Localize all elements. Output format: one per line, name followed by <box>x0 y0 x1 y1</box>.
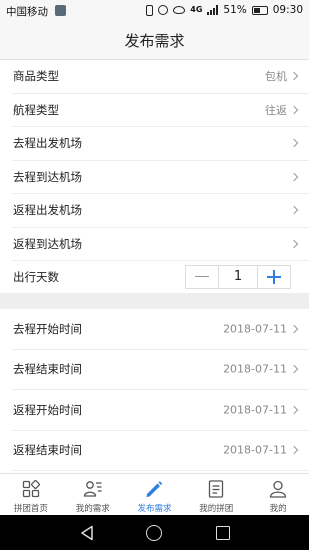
tab-my-requests[interactable]: 我的需求 <box>62 474 124 515</box>
person-icon <box>269 480 287 498</box>
field-return-end-time[interactable]: 返程结束时间 2018-07-11 <box>12 431 309 471</box>
bottom-tab-bar: 拼团首页 我的需求 发布需求 我的拼团 我的 <box>0 473 309 515</box>
home-icon[interactable] <box>146 525 162 541</box>
chevron-right-icon <box>289 446 299 455</box>
route-section: 商品类型 包机 航程类型 往返 去程出发机场 去程到达机场 返程出发机场 返程到… <box>0 60 309 293</box>
clock: 09:30 <box>272 4 303 16</box>
field-label: 航程类型 <box>13 102 59 117</box>
chevron-right-icon <box>289 72 299 81</box>
chevron-right-icon <box>289 139 299 148</box>
field-return-arrival-airport[interactable]: 返程到达机场 <box>12 228 309 261</box>
signal-icon <box>207 5 219 15</box>
sim-icon <box>55 5 66 16</box>
eye-icon <box>173 6 186 14</box>
battery-percent: 51% <box>223 4 247 16</box>
chevron-right-icon <box>289 405 299 414</box>
tab-label: 拼团首页 <box>13 504 48 514</box>
tab-post-request[interactable]: 发布需求 <box>124 474 186 515</box>
tab-label: 我的 <box>269 504 287 514</box>
battery-icon <box>251 5 268 15</box>
carrier-name: 中国移动 <box>6 6 48 18</box>
field-label: 商品类型 <box>13 69 59 84</box>
grid-icon <box>22 480 40 498</box>
field-return-start-time[interactable]: 返程开始时间 2018-07-11 <box>12 390 309 431</box>
field-label: 去程出发机场 <box>13 136 82 151</box>
tab-my-groups[interactable]: 我的拼团 <box>185 474 247 515</box>
document-icon <box>209 480 224 498</box>
tab-home[interactable]: 拼团首页 <box>0 474 62 515</box>
days-stepper: 1 <box>185 265 291 289</box>
field-value: 往返 <box>265 103 287 117</box>
pencil-icon <box>146 481 163 497</box>
page-title: 发布需求 <box>0 22 309 60</box>
field-return-departure-airport[interactable]: 返程出发机场 <box>12 194 309 228</box>
days-value[interactable]: 1 <box>218 266 258 288</box>
chevron-right-icon <box>289 206 299 215</box>
chevron-right-icon <box>289 324 299 333</box>
vibrate-icon <box>146 4 154 16</box>
field-label: 去程开始时间 <box>13 321 82 336</box>
tab-me[interactable]: 我的 <box>247 474 309 515</box>
dates-section: 去程开始时间 2018-07-11 去程结束时间 2018-07-11 返程开始… <box>0 309 309 471</box>
field-outbound-departure-airport[interactable]: 去程出发机场 <box>12 127 309 161</box>
field-label: 去程到达机场 <box>13 169 82 184</box>
field-label: 返程到达机场 <box>13 236 82 251</box>
system-nav-bar <box>0 515 309 550</box>
chevron-right-icon <box>289 365 299 374</box>
field-value: 2018-07-11 <box>223 403 287 417</box>
field-product-type[interactable]: 商品类型 包机 <box>12 60 309 94</box>
field-trip-days: 出行天数 1 <box>12 261 309 293</box>
back-icon[interactable] <box>80 525 94 541</box>
recent-apps-icon[interactable] <box>216 526 230 540</box>
tab-label: 我的需求 <box>75 504 110 514</box>
field-value: 2018-07-11 <box>223 362 287 376</box>
field-label: 返程开始时间 <box>13 402 82 417</box>
chevron-right-icon <box>289 239 299 248</box>
tab-label: 我的拼团 <box>199 504 234 514</box>
field-label: 去程结束时间 <box>13 362 82 377</box>
field-outbound-start-time[interactable]: 去程开始时间 2018-07-11 <box>12 309 309 350</box>
field-outbound-arrival-airport[interactable]: 去程到达机场 <box>12 161 309 194</box>
field-value: 2018-07-11 <box>223 322 287 336</box>
field-value: 2018-07-11 <box>223 443 287 457</box>
alarm-icon <box>158 5 169 15</box>
field-trip-type[interactable]: 航程类型 往返 <box>12 94 309 127</box>
chevron-right-icon <box>289 105 299 114</box>
tab-label: 发布需求 <box>137 504 172 514</box>
status-bar: 中国移动 4G 51% 09:30 <box>0 0 309 22</box>
status-icons: 4G 51% 09:30 <box>146 4 303 16</box>
field-label: 返程结束时间 <box>13 443 82 458</box>
field-value: 包机 <box>265 70 287 84</box>
chevron-right-icon <box>289 172 299 181</box>
field-label: 返程出发机场 <box>13 203 82 218</box>
field-label: 出行天数 <box>13 270 59 284</box>
increment-button[interactable] <box>258 266 290 288</box>
decrement-button[interactable] <box>186 266 218 288</box>
section-divider <box>0 293 309 309</box>
field-outbound-end-time[interactable]: 去程结束时间 2018-07-11 <box>12 350 309 390</box>
network-type: 4G <box>190 5 203 14</box>
user-list-icon <box>83 481 102 497</box>
